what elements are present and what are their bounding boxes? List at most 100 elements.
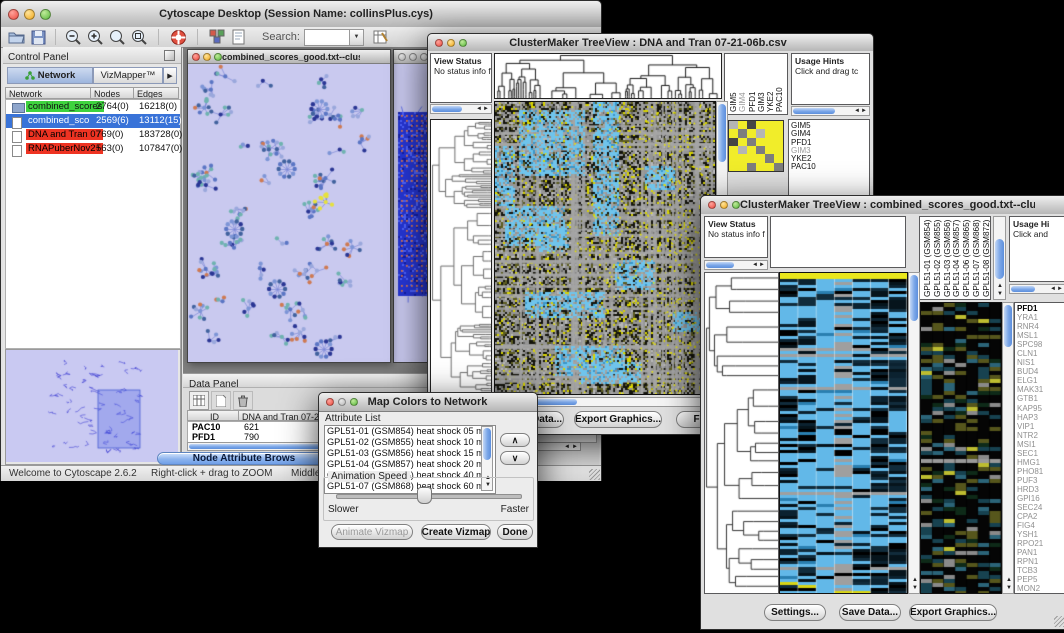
window-minimize-button[interactable] xyxy=(447,39,455,47)
gene-label[interactable]: SEC24 xyxy=(1015,503,1064,512)
gene-label[interactable]: MAK31 xyxy=(1015,385,1064,394)
treeview2-column-labels[interactable]: GPL51-01 (GSM854) GPL51-02 (GSM855) GPL5… xyxy=(919,216,991,300)
frame-minimize-button[interactable] xyxy=(203,53,211,61)
save-session-icon[interactable] xyxy=(27,26,49,48)
gene-label[interactable]: PUF3 xyxy=(1015,476,1064,485)
open-session-icon[interactable] xyxy=(5,26,27,48)
search-dropdown-arrow-icon[interactable]: ▼ xyxy=(350,29,364,46)
gene-label[interactable]: NIS1 xyxy=(1015,358,1064,367)
frame-close-button[interactable] xyxy=(192,53,200,61)
treeview2-vscrollbar[interactable]: ▲▼ xyxy=(908,272,920,594)
gene-label[interactable]: MON2 xyxy=(1015,584,1064,593)
gene-label[interactable]: FIG4 xyxy=(1015,521,1064,530)
search-input[interactable] xyxy=(304,29,350,46)
gene-label[interactable]: RNR4 xyxy=(1015,322,1064,331)
column-header-network[interactable]: Network xyxy=(5,87,91,99)
gene-label[interactable]: PAN1 xyxy=(1015,548,1064,557)
treeview2-title-bar[interactable]: ClusterMaker TreeView : combined_scores_… xyxy=(701,196,1064,215)
treeview1-column-labels[interactable]: GIM5 GIM4 PFD1 GIM3 xyxy=(724,53,788,115)
attribute-list-item[interactable]: GPL51-01 (GSM854) heat shock 05 min xyxy=(325,426,495,437)
window-zoom-button[interactable] xyxy=(40,9,51,20)
treeview2-gene-labels[interactable]: PFD1YRA1RNR4MSL1SPC98CLN1NIS1BUD4ELG1MAK… xyxy=(1014,302,1064,594)
gene-label[interactable]: GTB1 xyxy=(1015,394,1064,403)
column-label[interactable]: GPL51-03 (GSM856) xyxy=(942,217,952,299)
column-header-nodes[interactable]: Nodes xyxy=(90,87,134,99)
network-list-row[interactable]: combined_sco 2569(6) 13112(15) xyxy=(6,114,180,128)
zoom-in-icon[interactable] xyxy=(84,26,106,48)
column-label[interactable]: GIM3 xyxy=(756,54,765,114)
node-attribute-table-icon[interactable] xyxy=(189,391,209,410)
column-label[interactable]: GPL51-04 (GSM857) xyxy=(951,217,961,299)
column-header-edges[interactable]: Edges xyxy=(133,87,179,99)
tab-overflow-arrow[interactable]: ▶ xyxy=(163,67,177,84)
window-close-button[interactable] xyxy=(435,39,443,47)
column-label[interactable]: GIM5 xyxy=(728,54,737,114)
window-minimize-button[interactable] xyxy=(720,201,728,209)
attribute-list-item[interactable]: GPL51-02 (GSM855) heat shock 10 min xyxy=(325,437,495,448)
gene-label[interactable]: KAP95 xyxy=(1015,404,1064,413)
attribute-browser-icon[interactable] xyxy=(370,26,392,48)
column-label[interactable]: PFD1 xyxy=(747,54,756,114)
gene-label[interactable]: GPI16 xyxy=(1015,494,1064,503)
node-attribute-browser-button[interactable]: Node Attribute Brows xyxy=(157,452,331,465)
column-label[interactable]: YKE2 xyxy=(765,54,774,114)
column-label[interactable]: GPL51-07 (GSM868) xyxy=(971,217,981,299)
column-label[interactable]: GPL51-01 (GSM854) xyxy=(922,217,932,299)
treeview1-status-hscrollbar[interactable]: ◄► xyxy=(430,104,492,114)
frame-minimize-button[interactable] xyxy=(409,53,417,61)
network-list-row[interactable]: combined_scores 2764(0) 16218(0) xyxy=(6,100,180,114)
gene-label[interactable]: CLN1 xyxy=(1015,349,1064,358)
treeview2-header-vscrollbar[interactable]: ▲▼ xyxy=(993,216,1006,300)
gene-label[interactable]: RPN1 xyxy=(1015,557,1064,566)
network-overview-canvas[interactable] xyxy=(6,350,178,462)
move-up-button[interactable]: ∧ xyxy=(500,433,530,447)
tab-vizmapper[interactable]: VizMapper™ xyxy=(93,67,163,84)
attribute-list-item[interactable]: GPL51-04 (GSM857) heat shock 20 min xyxy=(325,459,495,470)
column-label[interactable]: PAC10 xyxy=(774,54,783,114)
gene-label[interactable]: HRD3 xyxy=(1015,485,1064,494)
animation-speed-slider-thumb[interactable] xyxy=(417,487,432,504)
gene-label[interactable]: ELG1 xyxy=(1015,376,1064,385)
treeview2-status-hscrollbar[interactable]: ◄► xyxy=(704,260,768,270)
network-list-row[interactable]: RNAPuberNov2+ 563(0) 107847(0) xyxy=(6,142,180,156)
treeview1-hints-hscrollbar[interactable]: ◄► xyxy=(791,106,870,116)
treeview2-secondary-vscrollbar[interactable]: ▲▼ xyxy=(1002,302,1014,594)
column-label[interactable]: GPL51-08 (GSM872) xyxy=(981,217,991,299)
dialog-title-bar[interactable]: Map Colors to Network xyxy=(319,393,537,412)
tab-network[interactable]: Network xyxy=(7,67,93,84)
float-panel-icon[interactable] xyxy=(164,50,175,61)
move-down-button[interactable]: ∨ xyxy=(500,451,530,465)
window-close-button[interactable] xyxy=(8,9,19,20)
column-label[interactable]: GPL51-02 (GSM855) xyxy=(932,217,942,299)
help-icon[interactable] xyxy=(167,26,189,48)
main-title-bar[interactable]: Cytoscape Desktop (Session Name: collins… xyxy=(1,1,601,28)
gene-label[interactable]: CPA2 xyxy=(1015,512,1064,521)
gene-label[interactable]: TCB3 xyxy=(1015,566,1064,575)
gene-label[interactable]: RPO21 xyxy=(1015,539,1064,548)
window-close-button[interactable] xyxy=(326,398,334,406)
animate-vizmap-button[interactable]: Animate Vizmap xyxy=(331,524,413,540)
frame-zoom-button[interactable] xyxy=(214,53,222,61)
treeview2-secondary-heatmap[interactable] xyxy=(920,302,1002,594)
treeview2-row-dendrogram[interactable] xyxy=(704,272,779,594)
treeview1-column-dendrogram[interactable] xyxy=(494,53,722,99)
create-vizmap-button[interactable]: Create Vizmap xyxy=(421,524,491,540)
gene-label[interactable]: SPC98 xyxy=(1015,340,1064,349)
export-graphics-button[interactable]: Export Graphics... xyxy=(574,411,662,428)
treeview2-heatmap[interactable] xyxy=(779,272,908,594)
done-button[interactable]: Done xyxy=(497,524,533,540)
gene-label[interactable]: HAP3 xyxy=(1015,413,1064,422)
column-label[interactable]: GPL51-06 (GSM865) xyxy=(961,217,971,299)
network-view-canvas[interactable] xyxy=(188,64,388,361)
zoom-actual-icon[interactable] xyxy=(106,26,128,48)
gene-label[interactable]: NTR2 xyxy=(1015,431,1064,440)
gene-label[interactable]: PAC10 xyxy=(789,163,869,171)
gene-label[interactable]: PHO81 xyxy=(1015,467,1064,476)
window-close-button[interactable] xyxy=(708,201,716,209)
save-data-button[interactable]: Save Data... xyxy=(839,604,901,621)
vizmapper-icon[interactable] xyxy=(206,26,228,48)
resize-grip[interactable] xyxy=(589,469,600,480)
gene-label[interactable]: YSH1 xyxy=(1015,530,1064,539)
window-zoom-button[interactable] xyxy=(350,398,358,406)
treeview1-similarity-matrix[interactable] xyxy=(728,120,784,172)
